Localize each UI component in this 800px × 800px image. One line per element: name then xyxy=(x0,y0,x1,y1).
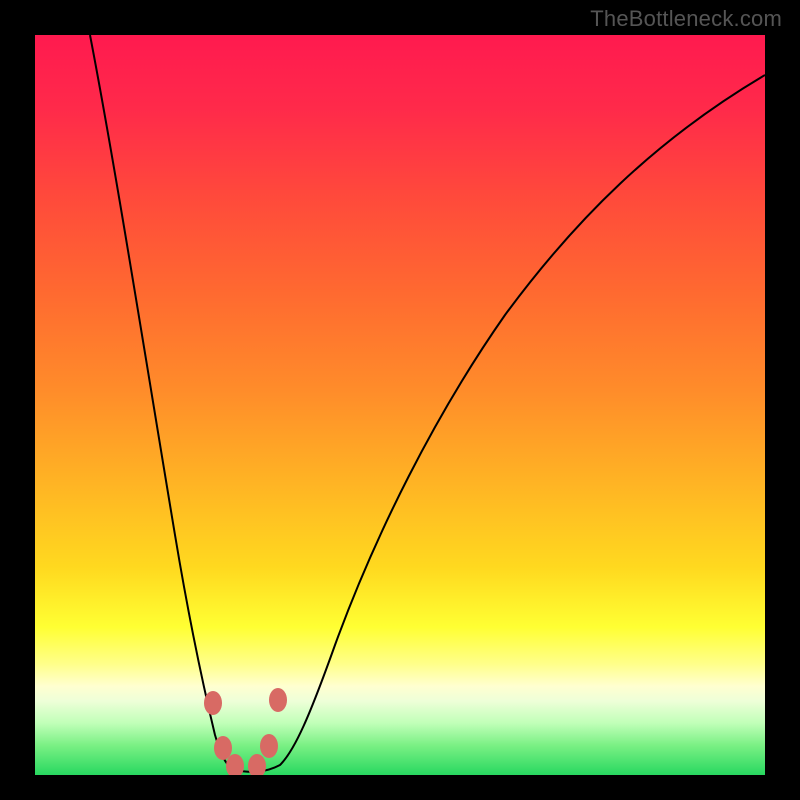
valley-dot xyxy=(248,754,266,775)
bottleneck-curve xyxy=(35,35,765,775)
valley-dot xyxy=(260,734,278,758)
valley-dot xyxy=(204,691,222,715)
valley-dot xyxy=(226,754,244,775)
valley-dot xyxy=(269,688,287,712)
chart-container: TheBottleneck.com xyxy=(0,0,800,800)
plot-area xyxy=(35,35,765,775)
watermark-text: TheBottleneck.com xyxy=(590,6,782,32)
